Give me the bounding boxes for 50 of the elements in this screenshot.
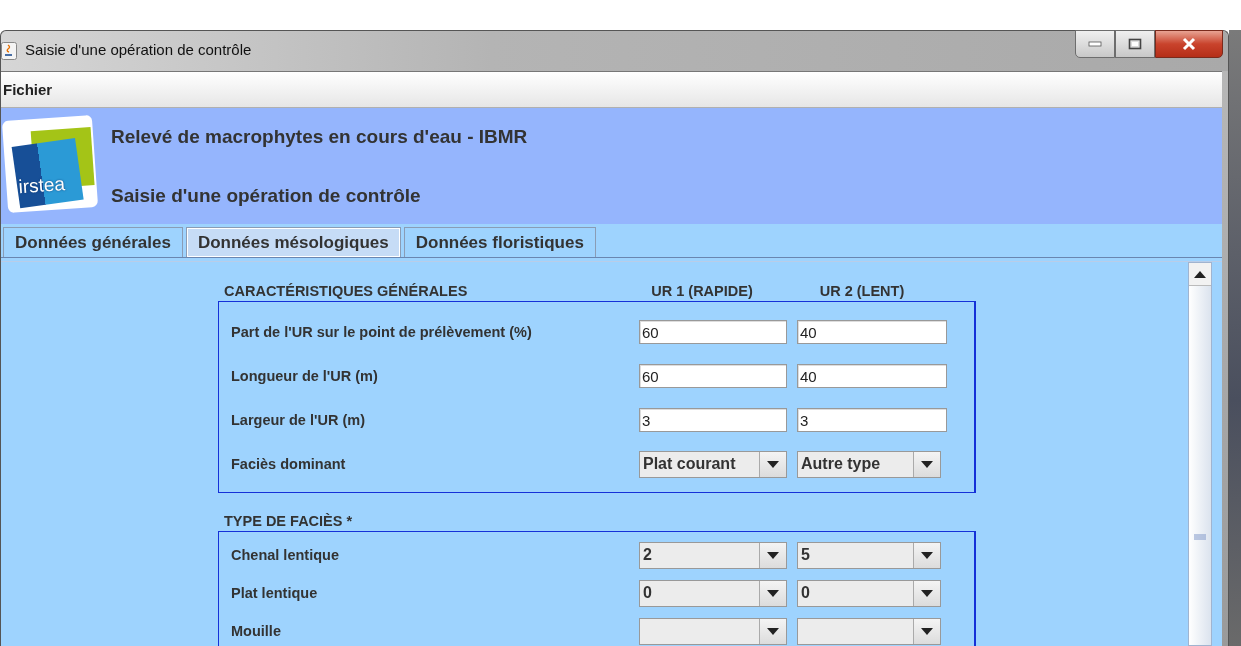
caret-icon <box>921 460 933 468</box>
field-label: Longueur de l'UR (m) <box>231 368 379 384</box>
field-label: Part de l'UR sur le point de prélèvement (%) <box>231 324 533 340</box>
tab[interactable]: Données floristiques <box>403 227 596 257</box>
logo: irstea <box>1 114 99 214</box>
caret-icon <box>767 460 779 468</box>
column-header: UR 2 (LENT) <box>818 283 906 299</box>
form-title: Saisie d'une opération de contrôle <box>111 185 422 207</box>
section-title: CARACTÉRISTIQUES GÉNÉRALES <box>223 283 469 299</box>
dropdown[interactable]: Plat courant <box>639 450 787 478</box>
close-icon <box>1181 37 1197 51</box>
input-field[interactable]: 40 <box>797 320 947 344</box>
minimize-icon <box>1088 41 1102 47</box>
caret-icon <box>921 589 933 597</box>
maximize-button[interactable] <box>1115 30 1155 58</box>
field-label: Largeur de l'UR (m) <box>231 412 366 428</box>
caret-icon <box>767 627 779 635</box>
field-label: Faciès dominant <box>231 456 347 472</box>
input-field[interactable]: 60 <box>639 320 787 344</box>
section-title: TYPE DE FACIÈS * <box>223 513 354 529</box>
caret-icon <box>767 551 779 559</box>
maximize-icon <box>1128 38 1142 50</box>
caret-icon <box>921 551 933 559</box>
dropdown[interactable]: 0 <box>797 579 941 607</box>
input-field[interactable]: 60 <box>639 364 787 388</box>
input-field[interactable]: 3 <box>639 408 787 432</box>
dropdown[interactable]: 5 <box>797 541 941 569</box>
input-field[interactable]: 40 <box>797 364 947 388</box>
close-button[interactable] <box>1155 30 1223 58</box>
dropdown[interactable]: 0 <box>639 579 787 607</box>
dropdown[interactable]: Autre type <box>797 450 941 478</box>
dropdown[interactable] <box>797 617 941 645</box>
scrollbar[interactable] <box>1188 262 1212 646</box>
up-arrow-icon <box>1194 270 1206 278</box>
field-label: Plat lentique <box>231 585 319 601</box>
input-field[interactable]: 3 <box>797 408 947 432</box>
menu-item[interactable]: Fichier <box>1 81 55 98</box>
caret-icon <box>921 627 933 635</box>
field-label: Mouille <box>231 623 282 639</box>
dropdown[interactable] <box>639 617 787 645</box>
app-title: Relevé de macrophytes en cours d'eau - IBMR <box>111 126 528 148</box>
tab[interactable]: Données générales <box>3 227 183 257</box>
dropdown[interactable]: 2 <box>639 541 787 569</box>
window-title: Saisie d'une opération de contrôle <box>25 40 252 58</box>
column-header: UR 1 (RAPIDE) <box>650 283 754 299</box>
minimize-button[interactable] <box>1075 30 1115 58</box>
grip-icon <box>1193 534 1207 540</box>
tab[interactable]: Données mésologiques <box>185 227 401 257</box>
caret-icon <box>767 589 779 597</box>
field-label: Chenal lentique <box>231 547 340 563</box>
